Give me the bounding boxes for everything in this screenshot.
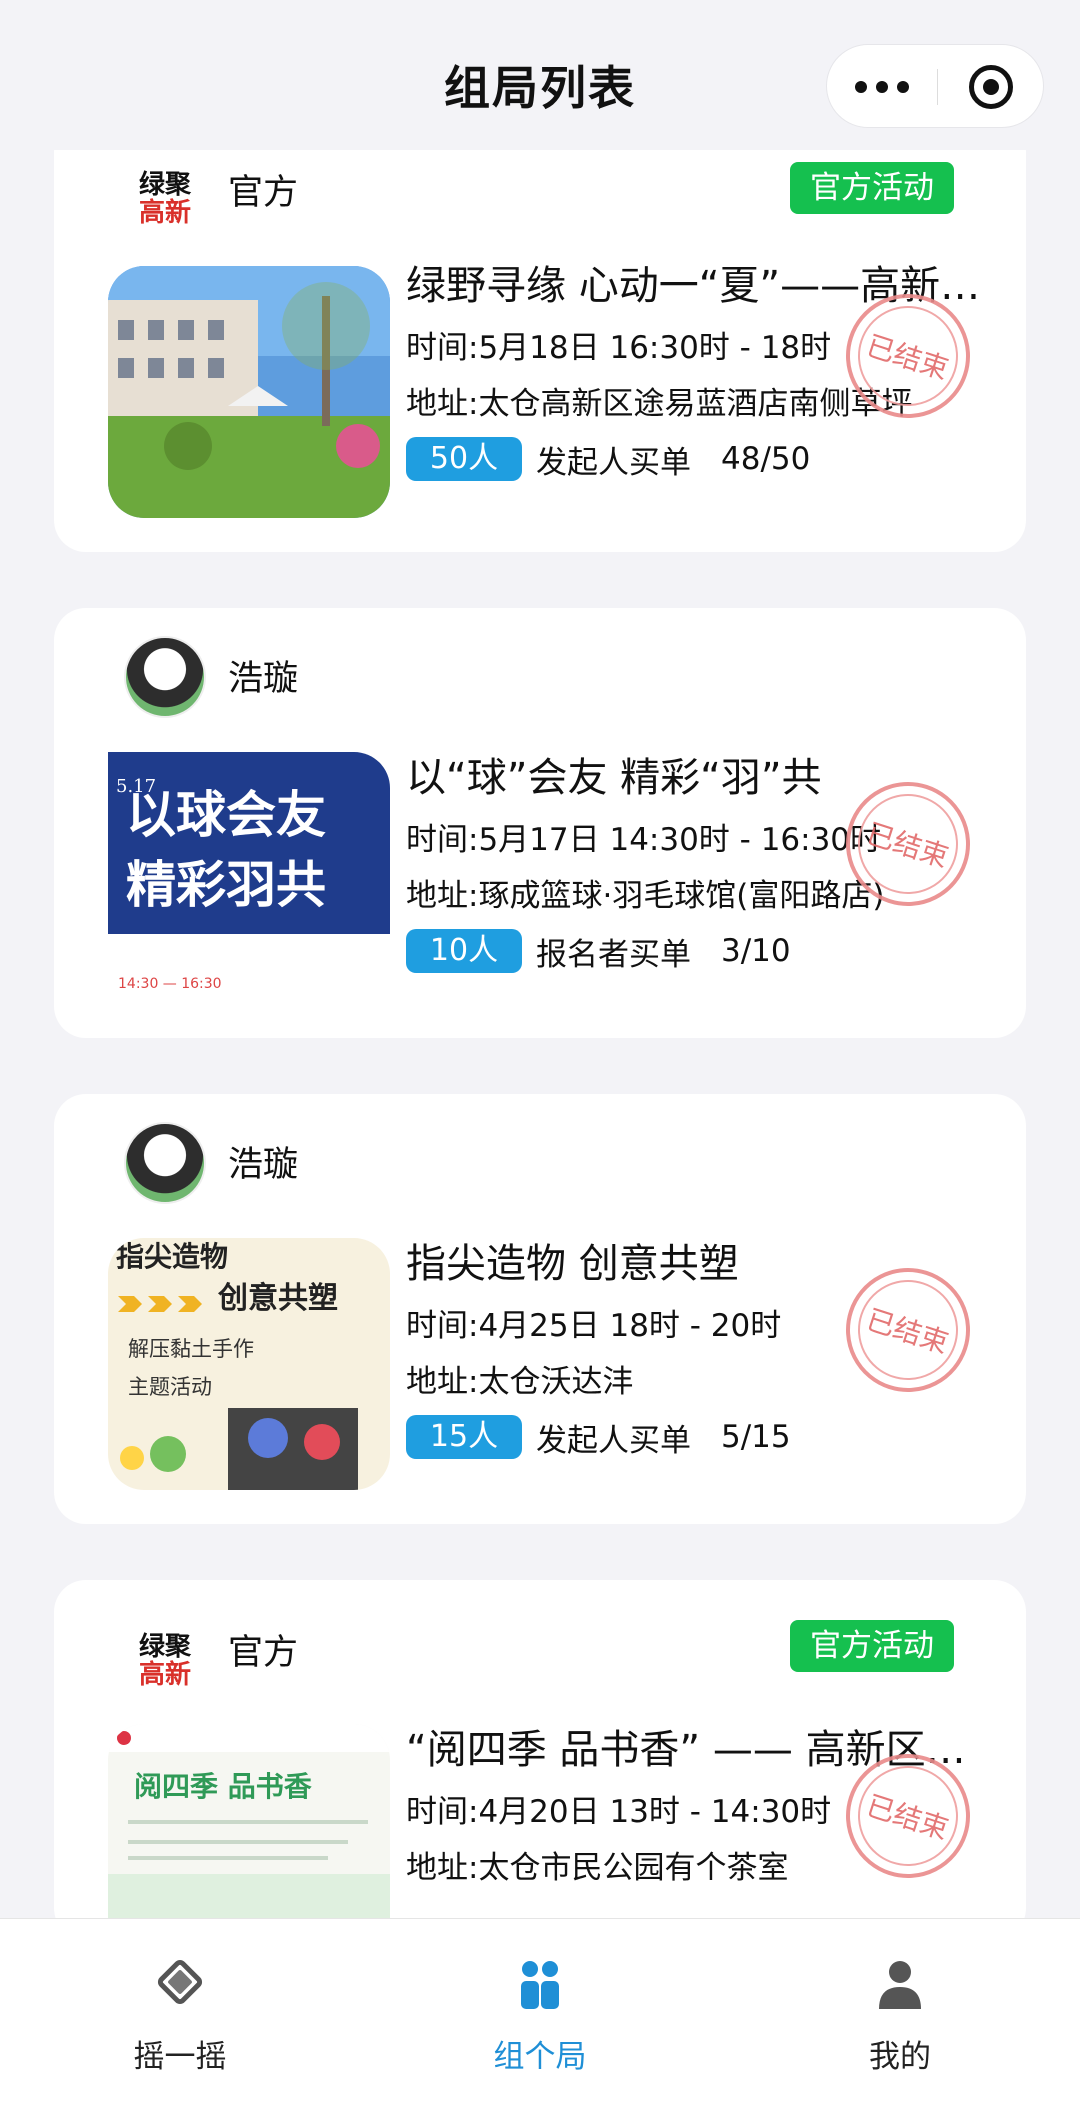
activity-meta: 10人 报名者买单 3/10 (406, 928, 986, 974)
author-name: 浩璇 (228, 1145, 299, 1185)
capsule-divider (937, 69, 938, 105)
mini-program-capsule (826, 44, 1044, 128)
more-dot-icon (855, 81, 867, 93)
payer-label: 报名者买单 (536, 936, 691, 973)
signup-progress: 3/10 (721, 933, 791, 969)
activity-card[interactable]: 绿聚 高新 官方 官方活动 阅四季 品书香 “阅四季 品书香” —— 高新区读书… (54, 1580, 1026, 1940)
svg-text:解压黏土手作: 解压黏土手作 (128, 1337, 254, 1361)
payer-label: 发起人买单 (536, 1422, 691, 1459)
svg-text:14:30 — 16:30: 14:30 — 16:30 (118, 976, 222, 992)
header: 组局列表 (0, 0, 1080, 150)
avatar (124, 636, 206, 718)
activity-thumbnail: 指尖造物 创意共塑 解压黏土手作 主题活动 (108, 1238, 390, 1490)
shake-icon (157, 1959, 203, 2005)
svg-text:指尖造物: 指尖造物 (116, 1240, 228, 1273)
activity-card[interactable]: 绿聚 高新 官方 官方活动 绿野寻缘 心动一“夏”——高新区青年联谊活动 时间:… (54, 120, 1026, 552)
activity-card[interactable]: 浩璇 以球会友 精彩羽共 5.17 14:30 — 16:30 以“球”会友 精… (54, 608, 1026, 1038)
activity-thumbnail: 阅四季 品书香 (108, 1724, 390, 1940)
official-tag: 官方活动 (790, 1620, 954, 1672)
tab-profile[interactable]: 我的 (720, 1919, 1080, 2110)
payer-label: 发起人买单 (536, 444, 691, 481)
activity-thumbnail: 以球会友 精彩羽共 5.17 14:30 — 16:30 (108, 752, 390, 1004)
tab-label: 我的 (869, 2039, 931, 2075)
participant-count-badge: 10人 (406, 929, 522, 973)
participant-count-badge: 50人 (406, 437, 522, 481)
official-avatar: 绿聚 高新 (124, 1620, 206, 1702)
avatar-text: 绿聚 (138, 170, 191, 200)
group-icon (521, 1961, 559, 2009)
avatar-text: 绿聚 (138, 1632, 191, 1662)
tab-label: 摇一摇 (133, 2039, 227, 2075)
svg-text:主题活动: 主题活动 (128, 1375, 212, 1399)
more-button[interactable] (827, 45, 937, 129)
activity-card[interactable]: 浩璇 指尖造物 创意共塑 解压黏土手作 主题活动 指尖造物 创意共塑 时间:4月… (54, 1094, 1026, 1524)
avatar (124, 1122, 206, 1204)
activity-thumbnail (108, 266, 390, 518)
author-name: 官方 (228, 173, 299, 213)
svg-text:精彩羽共: 精彩羽共 (126, 856, 326, 914)
tab-shake[interactable]: 摇一摇 (0, 1919, 360, 2110)
tab-group[interactable]: 组个局 (360, 1919, 720, 2110)
signup-progress: 48/50 (721, 441, 811, 477)
close-icon[interactable] (969, 65, 1013, 109)
avatar-text: 高新 (138, 198, 191, 228)
activity-meta: 50人 发起人买单 48/50 (406, 436, 986, 482)
more-dot-icon (897, 81, 909, 93)
profile-icon (879, 1961, 921, 2009)
more-dot-icon (876, 81, 888, 93)
avatar-text: 高新 (138, 1660, 191, 1690)
signup-progress: 5/15 (721, 1419, 791, 1455)
activity-meta: 15人 发起人买单 5/15 (406, 1414, 986, 1460)
svg-text:5.17: 5.17 (116, 776, 156, 797)
tab-label: 组个局 (493, 2039, 587, 2075)
author-name: 浩璇 (228, 659, 299, 699)
svg-text:阅四季 品书香: 阅四季 品书香 (134, 1770, 312, 1803)
author-name: 官方 (228, 1633, 299, 1673)
bottom-tab-bar: 摇一摇 组个局 我的 (0, 1918, 1080, 2110)
svg-text:创意共塑: 创意共塑 (217, 1281, 338, 1316)
participant-count-badge: 15人 (406, 1415, 522, 1459)
official-avatar: 绿聚 高新 (124, 158, 206, 240)
official-tag: 官方活动 (790, 162, 954, 214)
